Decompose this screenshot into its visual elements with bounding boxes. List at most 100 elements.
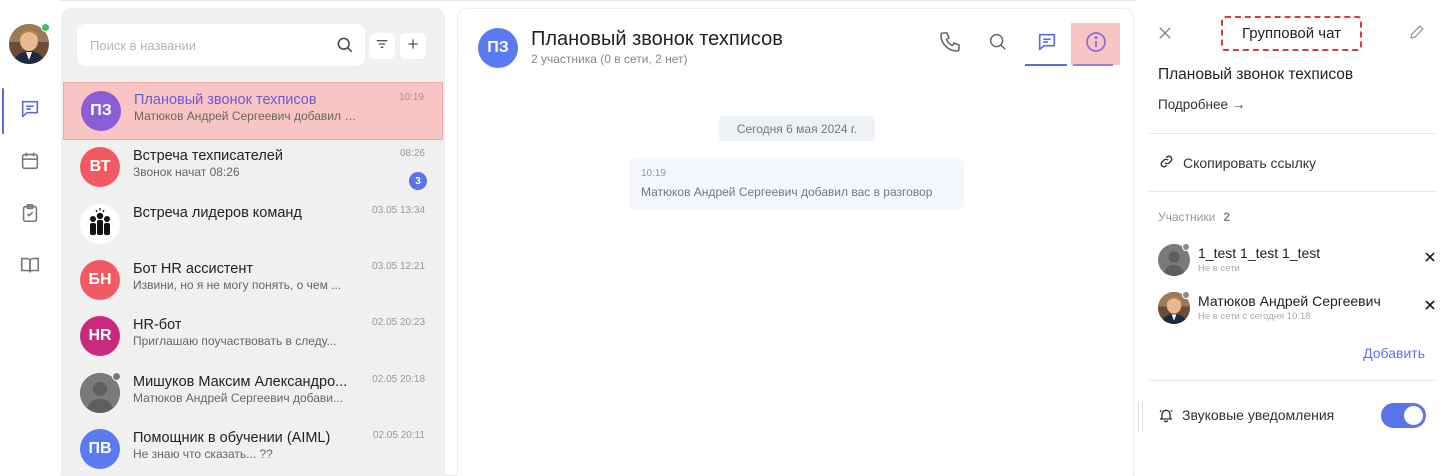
chat-icon bbox=[19, 98, 41, 125]
search-messages-button[interactable] bbox=[976, 23, 1020, 65]
sound-notifications-label: Звуковые уведомления bbox=[1182, 407, 1335, 423]
chat-time: 10:19 bbox=[398, 92, 424, 103]
copy-link-label: Скопировать ссылку bbox=[1183, 155, 1317, 171]
chat-name: Помощник в обучении (AIML) bbox=[133, 430, 331, 446]
participant-name: 1_test 1_test 1_test bbox=[1198, 245, 1321, 261]
edit-button[interactable] bbox=[1407, 24, 1427, 44]
rail-tasks[interactable] bbox=[0, 192, 60, 238]
system-message-text: Матюков Андрей Сергеевич добавил вас в р… bbox=[641, 185, 933, 199]
chat-avatar: ВТ bbox=[80, 147, 120, 187]
system-message-time: 10:19 bbox=[641, 168, 667, 179]
group-chat-label: Групповой чат bbox=[1221, 16, 1362, 51]
rail-calendar[interactable] bbox=[0, 140, 60, 186]
book-icon bbox=[19, 254, 41, 281]
participant-row[interactable]: 1_test 1_test 1_test Не в сети bbox=[1158, 243, 1438, 280]
left-rail bbox=[0, 0, 60, 476]
chat-name: Мишуков Максим Александро... bbox=[133, 374, 348, 390]
chat-item[interactable]: Мишуков Максим Александро... Матюков Анд… bbox=[63, 365, 443, 423]
divider bbox=[1149, 380, 1436, 381]
participant-status: Не в сети с сегодня 10:18 bbox=[1198, 311, 1311, 322]
chat-name: Встреча лидеров команд bbox=[133, 205, 302, 221]
chat-item[interactable]: Встреча лидеров команд 03.05 13:34 bbox=[63, 196, 443, 254]
chat-name: Встреча техписателей bbox=[133, 148, 283, 164]
call-button[interactable] bbox=[928, 23, 972, 65]
online-status-dot bbox=[41, 23, 50, 32]
chat-list-panel: ПЗ Плановый звонок техписов Матюков Андр… bbox=[61, 8, 445, 476]
phone-icon bbox=[938, 30, 962, 59]
close-icon bbox=[1423, 298, 1437, 317]
remove-participant-button[interactable] bbox=[1422, 251, 1438, 267]
chat-time: 03.05 13:34 bbox=[372, 205, 425, 216]
copy-link-button[interactable]: Скопировать ссылку bbox=[1158, 153, 1316, 173]
participant-name: Матюков Андрей Сергеевич bbox=[1198, 293, 1381, 309]
chat-info-panel: Групповой чат Плановый звонок техписов П… bbox=[1135, 0, 1450, 476]
chat-tab-button[interactable] bbox=[1025, 23, 1069, 66]
plus-icon bbox=[405, 36, 421, 57]
offline-status-dot bbox=[1182, 291, 1190, 299]
participant-row[interactable]: Матюков Андрей Сергеевич Не в сети с сег… bbox=[1158, 291, 1438, 328]
link-icon bbox=[1158, 153, 1175, 173]
info-icon bbox=[1084, 30, 1108, 59]
chat-avatar: БН bbox=[80, 260, 120, 300]
chat-name: HR-бот bbox=[133, 317, 182, 333]
bell-icon bbox=[1158, 407, 1174, 428]
conversation-panel: ПЗ Плановый звонок техписов 2 участника … bbox=[457, 8, 1134, 476]
chat-preview: Не знаю что сказать... ?? bbox=[133, 447, 273, 461]
chat-avatar: HR bbox=[80, 316, 120, 356]
participant-status: Не в сети bbox=[1198, 263, 1240, 274]
chat-preview: Извини, но я не могу понять, о чем ... bbox=[133, 278, 342, 292]
sound-notifications-toggle[interactable] bbox=[1381, 403, 1426, 428]
participants-count: 2 bbox=[1223, 210, 1231, 224]
clipboard-check-icon bbox=[19, 202, 41, 229]
close-button[interactable] bbox=[1154, 24, 1176, 46]
conversation-avatar[interactable]: ПЗ bbox=[478, 28, 518, 68]
new-chat-button[interactable] bbox=[400, 33, 426, 59]
divider bbox=[1149, 191, 1436, 192]
participants-label: Участники bbox=[1158, 210, 1216, 224]
info-tab-button[interactable] bbox=[1071, 23, 1120, 66]
system-message: 10:19 Матюков Андрей Сергеевич добавил в… bbox=[629, 158, 964, 209]
sound-notifications-row: Звуковые уведомления bbox=[1138, 402, 1432, 432]
unread-badge: 3 bbox=[409, 172, 427, 190]
participants-header: Участники 2 bbox=[1158, 210, 1230, 224]
chat-item[interactable]: ПВ Помощник в обучении (AIML) Не знаю чт… bbox=[63, 421, 443, 476]
chat-preview: Матюков Андрей Сергеевич добави... bbox=[133, 391, 343, 405]
offline-status-dot bbox=[1182, 243, 1190, 251]
details-link[interactable]: Подробнее → bbox=[1158, 97, 1245, 112]
filter-icon bbox=[374, 36, 390, 57]
chat-name: Плановый звонок техписов bbox=[134, 92, 317, 108]
conversation-subtitle: 2 участника (0 в сети, 2 нет) bbox=[531, 52, 688, 66]
chat-item[interactable]: БН Бот HR ассистент Извини, но я не могу… bbox=[63, 252, 443, 310]
chat-avatar: ПВ bbox=[80, 429, 120, 469]
divider bbox=[1149, 133, 1436, 134]
chat-time: 02.05 20:11 bbox=[372, 430, 425, 441]
chat-item[interactable]: HR HR-бот Приглашаю поучаствовать в след… bbox=[63, 308, 443, 366]
date-separator: Сегодня 6 мая 2024 г. bbox=[719, 116, 875, 141]
add-participant-link[interactable]: Добавить bbox=[1363, 345, 1425, 361]
chat-time: 02.05 20:18 bbox=[372, 374, 425, 385]
offline-status-dot bbox=[112, 372, 121, 381]
team-leaders-icon bbox=[80, 204, 120, 244]
conversation-title: Плановый звонок техписов bbox=[531, 28, 783, 50]
chat-name: Бот HR ассистент bbox=[133, 261, 254, 277]
search-box bbox=[77, 24, 365, 66]
chat-preview: Звонок начат 08:26 bbox=[133, 165, 240, 179]
calendar-icon bbox=[19, 150, 41, 177]
chat-time: 03.05 12:21 bbox=[372, 261, 425, 272]
rail-chats[interactable] bbox=[0, 88, 60, 134]
chat-item[interactable]: ВТ Встреча техписателей Звонок начат 08:… bbox=[63, 139, 443, 197]
chat-time: 08:26 bbox=[399, 148, 425, 159]
remove-participant-button[interactable] bbox=[1422, 299, 1438, 315]
info-chat-title: Плановый звонок техписов bbox=[1158, 66, 1354, 83]
chat-avatar: ПЗ bbox=[81, 91, 121, 131]
filter-button[interactable] bbox=[369, 33, 395, 59]
chat-preview: Приглашаю поучаствовать в следу... bbox=[133, 334, 337, 348]
search-input[interactable] bbox=[77, 24, 327, 66]
chat-item[interactable]: ПЗ Плановый звонок техписов Матюков Андр… bbox=[63, 82, 443, 140]
rail-knowledge[interactable] bbox=[0, 244, 60, 290]
chat-icon bbox=[1036, 31, 1058, 58]
chat-preview: Матюков Андрей Сергеевич добавил вас... bbox=[134, 109, 360, 123]
close-icon bbox=[1423, 250, 1437, 269]
pencil-icon bbox=[1408, 23, 1426, 46]
search-icon[interactable] bbox=[335, 35, 355, 60]
